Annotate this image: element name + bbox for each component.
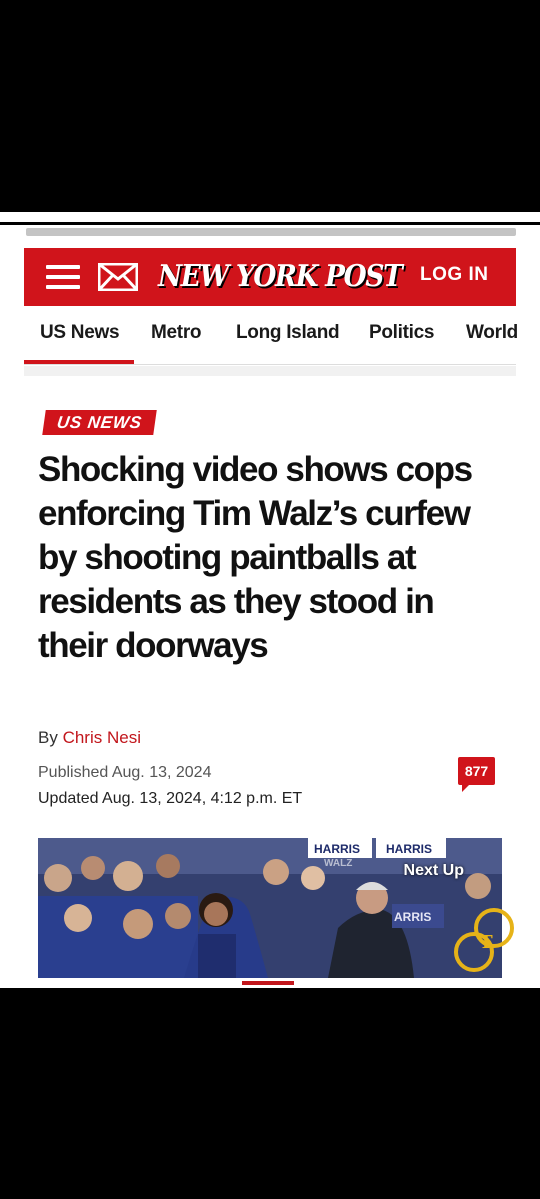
article-headline: Shocking video shows cops enforcing Tim …: [38, 450, 473, 665]
mail-icon[interactable]: [98, 263, 138, 291]
section-kicker[interactable]: US NEWS: [42, 410, 157, 435]
hamburger-icon[interactable]: [46, 265, 80, 289]
video-still: HARRIS HARRIS WALZ ARRIS: [38, 838, 502, 978]
login-button[interactable]: LOG IN: [420, 264, 488, 286]
nav-item-us-news[interactable]: US News: [40, 322, 120, 344]
cut-off-text: [26, 228, 516, 236]
article-video[interactable]: HARRIS HARRIS WALZ ARRIS Next Up: [38, 838, 502, 978]
watermark-logo: T: [454, 908, 514, 972]
active-tab-indicator: [24, 360, 134, 364]
section-divider: [24, 366, 516, 376]
campaign-sign-harris-left: HARRIS: [314, 842, 360, 856]
published-date: Published Aug. 13, 2024: [38, 764, 212, 781]
footer-accent: [242, 981, 294, 985]
campaign-sign-harris-right: HARRIS: [386, 842, 432, 856]
next-up-label[interactable]: Next Up: [404, 862, 464, 880]
nav-item-politics[interactable]: Politics: [369, 322, 434, 344]
phone-screen: NEW YORK POST LOG IN US News Metro Long …: [0, 212, 540, 988]
svg-text:T: T: [479, 932, 493, 953]
author-link[interactable]: Chris Nesi: [63, 728, 141, 747]
top-divider: [0, 222, 540, 225]
campaign-sign-walz: WALZ: [324, 858, 352, 869]
nav-item-long-island[interactable]: Long Island: [236, 322, 340, 344]
comment-count-button[interactable]: 877: [458, 757, 495, 792]
byline-prefix: By: [38, 728, 58, 747]
section-nav: US News Metro Long Island Politics World: [24, 306, 518, 365]
site-logo[interactable]: NEW YORK POST: [158, 256, 403, 298]
site-header: NEW YORK POST LOG IN: [24, 248, 516, 306]
campaign-sign-arris: ARRIS: [394, 910, 431, 924]
nav-item-world[interactable]: World: [466, 322, 518, 344]
byline: By Chris Nesi: [38, 728, 141, 748]
nav-item-metro[interactable]: Metro: [151, 322, 202, 344]
updated-date: Updated Aug. 13, 2024, 4:12 p.m. ET: [38, 790, 303, 807]
